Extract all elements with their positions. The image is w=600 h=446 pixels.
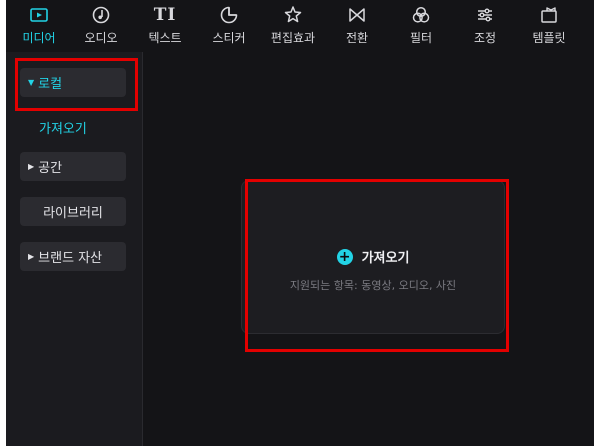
filter-icon [410,4,432,26]
template-icon [538,4,560,26]
top-toolbar: 미디어 오디오 TI 텍스트 스티커 편집효과 전환 필터 조정 템플릿 [6,0,594,52]
sidebar-item-local[interactable]: ▼ 로컬 [20,68,126,97]
supported-formats-text: 지원되는 항목: 동영상, 오디오, 사진 [289,279,457,292]
tab-effects[interactable]: 편집효과 [262,4,324,50]
sidebar-item-local-label: 로컬 [38,77,63,92]
media-sidebar: ▼ 로컬 가져오기 ▶ 공간 라이브러리 ▶ 브랜드 자산 [6,52,143,446]
tab-adjust[interactable]: 조정 [454,4,516,50]
tab-text-label: 텍스트 [148,31,182,45]
sidebar-item-import[interactable]: 가져오기 [39,118,87,137]
sidebar-item-space[interactable]: ▶ 공간 [20,152,126,181]
adjust-icon [474,4,496,26]
media-icon [28,4,50,26]
import-action[interactable]: + 가져오기 [242,247,504,266]
caret-right-icon: ▶ [28,162,35,171]
sidebar-item-brand-assets-label: 브랜드 자산 [38,251,103,266]
tab-text[interactable]: TI 텍스트 [134,4,196,50]
tab-media[interactable]: 미디어 [8,4,70,50]
import-label: 가져오기 [361,251,410,266]
tab-audio-label: 오디오 [84,31,118,45]
text-icon: TI [153,5,177,25]
tab-filter[interactable]: 필터 [390,4,452,50]
tab-transition-label: 전환 [345,31,369,45]
caret-down-icon: ▼ [28,78,35,87]
tab-audio[interactable]: 오디오 [70,4,132,50]
tab-sticker[interactable]: 스티커 [198,4,260,50]
caret-right-icon: ▶ [28,252,35,261]
import-dropzone[interactable]: + 가져오기 지원되는 항목: 동영상, 오디오, 사진 [241,180,505,334]
sidebar-item-library-label: 라이브러리 [43,206,103,221]
tab-effects-label: 편집효과 [270,31,316,45]
tab-media-label: 미디어 [22,31,56,45]
effects-icon [282,4,304,26]
tab-template[interactable]: 템플릿 [518,4,580,50]
tab-transition[interactable]: 전환 [326,4,388,50]
tab-filter-label: 필터 [409,31,433,45]
sidebar-item-library[interactable]: 라이브러리 [20,197,126,226]
sidebar-item-space-label: 공간 [38,161,63,176]
media-main-panel: + 가져오기 지원되는 항목: 동영상, 오디오, 사진 [143,52,594,446]
tab-sticker-label: 스티커 [212,31,246,45]
transition-icon [346,4,368,26]
sidebar-item-brand-assets[interactable]: ▶ 브랜드 자산 [20,242,126,271]
tab-adjust-label: 조정 [473,31,497,45]
tab-template-label: 템플릿 [532,31,566,45]
sticker-icon [218,4,240,26]
plus-icon: + [336,248,353,265]
app-window: 미디어 오디오 TI 텍스트 스티커 편집효과 전환 필터 조정 템플릿 ▼ 로… [6,0,594,446]
audio-icon [90,4,112,26]
